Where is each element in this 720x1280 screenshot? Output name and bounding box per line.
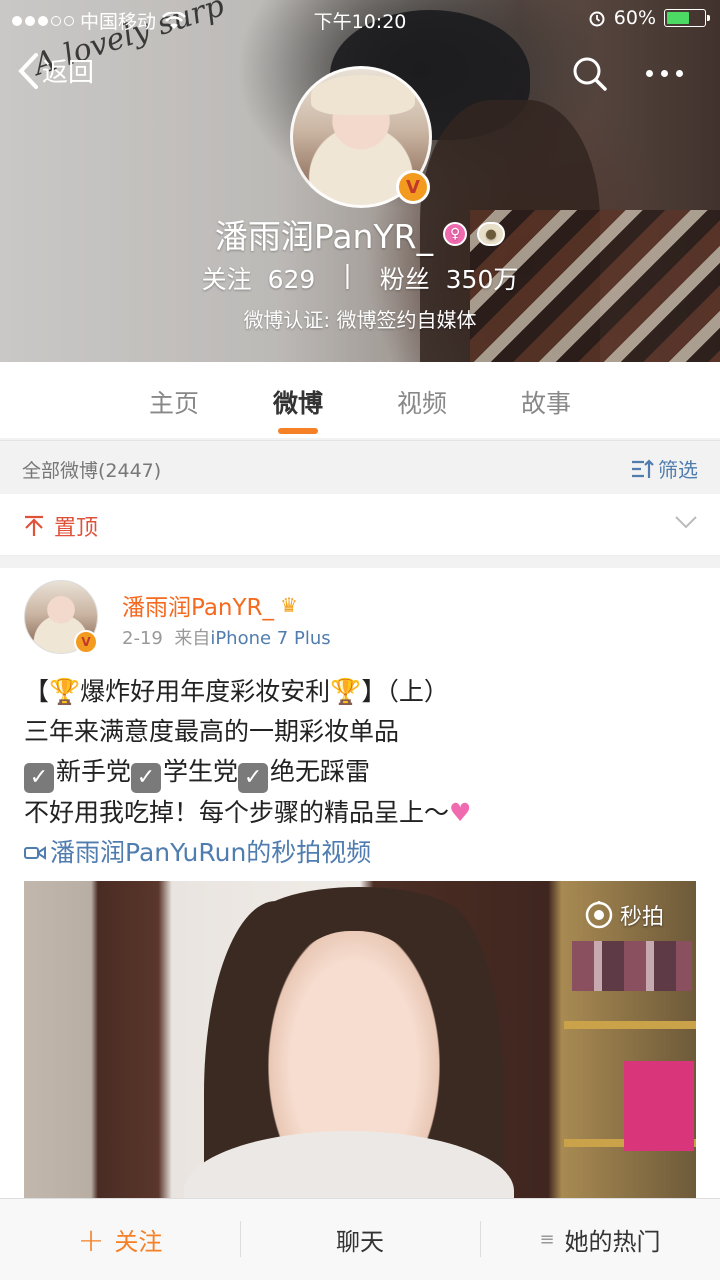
female-gender-icon: ♀ <box>443 222 468 246</box>
verified-badge-icon: V <box>74 630 98 654</box>
filter-label: 筛选 <box>658 458 698 482</box>
verified-badge-icon: V <box>396 170 430 204</box>
filter-button[interactable]: 筛选 <box>630 454 698 483</box>
follow-button[interactable]: + 关注 <box>0 1199 240 1280</box>
status-bar: 中国移动 下午10:20 60% <box>0 0 720 38</box>
follow-stats: 关注 629 | 粉丝 350万 <box>0 260 720 296</box>
post-meta: 2-19 来自iPhone 7 Plus <box>122 628 331 649</box>
chat-button[interactable]: 聊天 <box>240 1199 480 1280</box>
verification-text: 微博认证: 微博签约自媒体 <box>243 308 477 332</box>
following-link[interactable]: 关注 629 <box>202 260 316 296</box>
video-link-label: 潘雨润PanYuRun的秒拍视频 <box>50 838 372 867</box>
followers-link[interactable]: 粉丝 350万 <box>380 260 519 296</box>
trophy-icon: 🏆 <box>330 677 362 706</box>
miaopai-watermark: 秒拍 <box>584 899 664 931</box>
back-button[interactable]: 返回 <box>18 52 94 89</box>
chevron-down-icon[interactable] <box>674 514 698 530</box>
alarm-icon <box>589 11 605 27</box>
post-author-name: 潘雨润PanYR_ <box>122 595 275 621</box>
battery-icon <box>664 9 710 27</box>
search-button[interactable] <box>572 56 608 96</box>
search-icon <box>573 57 607 91</box>
bottom-action-bar: + 关注 聊天 ≡ 她的热门 <box>0 1198 720 1280</box>
checkmark-icon: ✓ <box>131 763 162 793</box>
post-body: 【🏆爆炸好用年度彩妆安利🏆】（上） 三年来满意度最高的一期彩妆单品 ✓ 新手党 ✓ 学… <box>24 672 704 873</box>
post-author-name-link[interactable]: 潘雨润PanYR_ ♛ <box>122 588 298 622</box>
video-camera-icon <box>24 846 46 860</box>
profile-header: A lovely surp 中国移动 下午10:20 60% 返回 V 潘雨润P… <box>0 0 720 362</box>
checkmark-icon: ✓ <box>24 763 54 793</box>
more-icon <box>646 70 653 77</box>
chevron-left-icon <box>18 52 38 89</box>
miaopai-logo-icon <box>585 901 613 929</box>
pin-top-icon <box>25 515 43 536</box>
more-options-button[interactable] <box>646 70 683 77</box>
zodiac-sheep-icon[interactable]: ● <box>477 222 506 246</box>
plus-icon: + <box>77 1220 105 1259</box>
stats-separator: | <box>343 260 352 289</box>
battery-percent: 60% <box>613 7 656 29</box>
tab-video[interactable]: 视频 <box>360 362 484 438</box>
profile-tabs: 主页 微博 视频 故事 <box>0 362 720 438</box>
video-link[interactable]: 潘雨润PanYuRun的秒拍视频 <box>24 833 704 873</box>
tab-story[interactable]: 故事 <box>484 362 608 438</box>
video-thumbnail[interactable]: 秒拍 <box>24 881 696 1208</box>
weibo-post: V 潘雨润PanYR_ ♛ 2-19 来自iPhone 7 Plus 【🏆爆炸好… <box>0 568 720 1208</box>
her-hot-button[interactable]: ≡ 她的热门 <box>480 1199 720 1280</box>
filter-icon <box>632 458 654 478</box>
weibo-count: 全部微博(2447) <box>22 460 162 482</box>
checkmark-icon: ✓ <box>238 763 269 793</box>
tab-weibo[interactable]: 微博 <box>236 362 360 438</box>
menu-icon: ≡ <box>539 1229 555 1250</box>
crown-icon: ♛ <box>280 593 298 617</box>
followers-count: 350万 <box>445 265 519 294</box>
post-source[interactable]: iPhone 7 Plus <box>210 628 330 649</box>
tab-home[interactable]: 主页 <box>112 362 236 438</box>
back-label: 返回 <box>42 58 95 88</box>
pinned-section[interactable]: 置顶 <box>0 494 720 556</box>
filter-bar: 全部微博(2447) 筛选 <box>0 440 720 492</box>
pinned-label: 置顶 <box>54 516 99 541</box>
heart-icon: ♥ <box>449 798 472 827</box>
profile-username: 潘雨润PanYR_ <box>214 217 434 256</box>
post-date: 2-19 <box>122 628 163 649</box>
following-count: 629 <box>267 265 316 294</box>
trophy-icon: 🏆 <box>49 677 81 706</box>
